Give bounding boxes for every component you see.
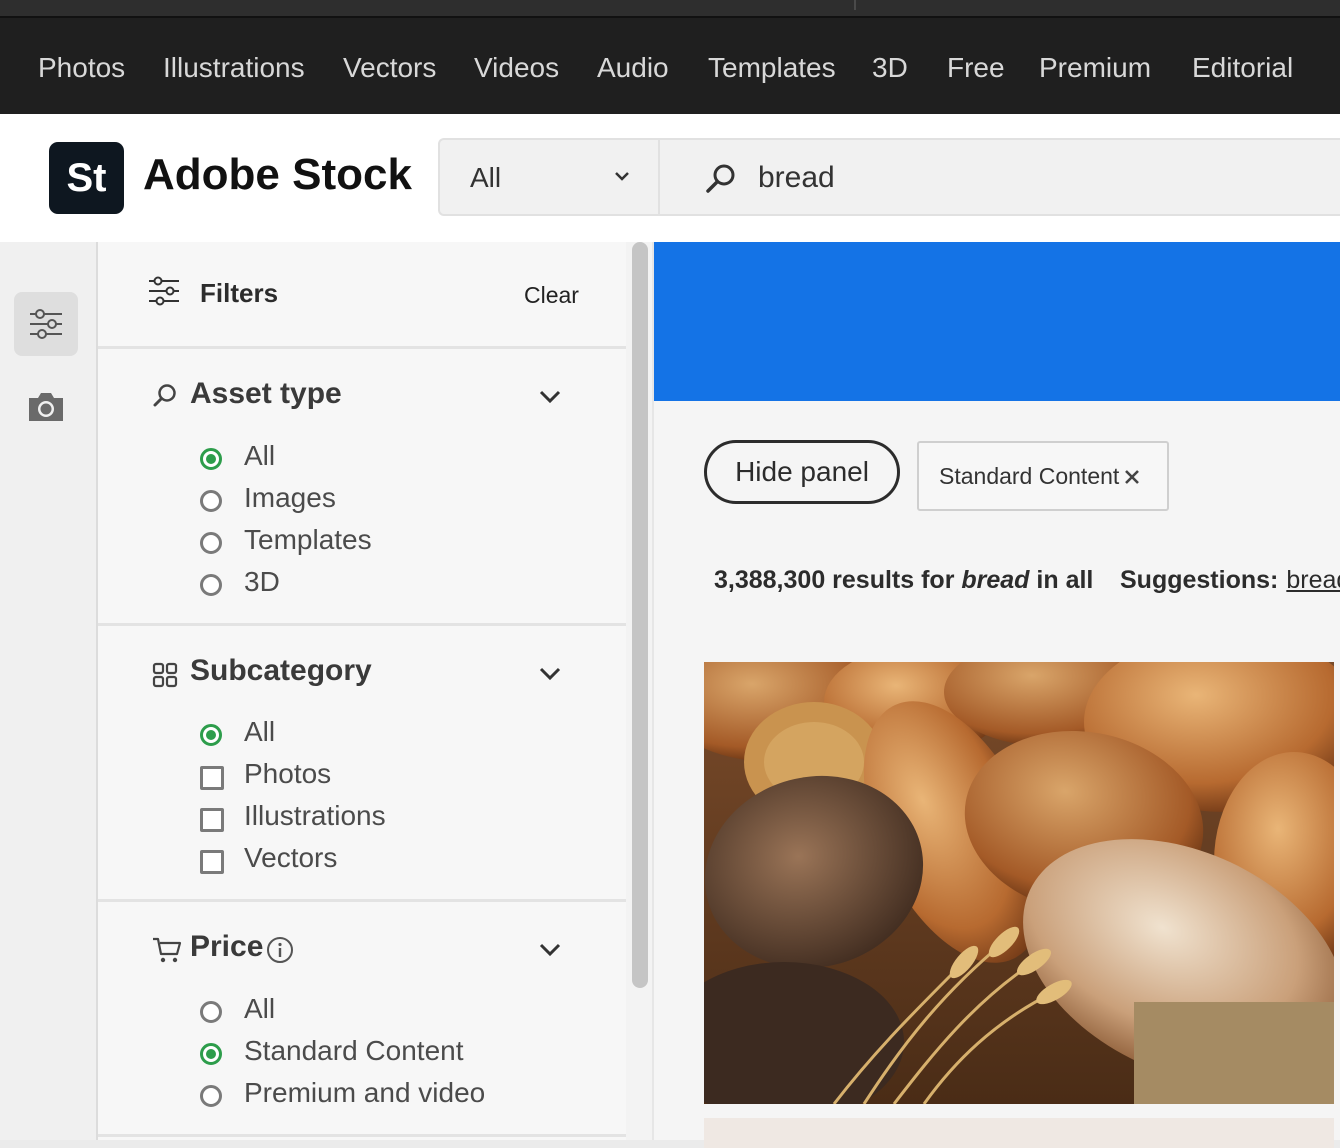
search-scope-value: All xyxy=(470,162,502,193)
option-label: Illustrations xyxy=(244,800,386,831)
radio-button[interactable] xyxy=(200,448,222,470)
bread-photo xyxy=(704,662,1334,1104)
divider xyxy=(854,0,856,10)
checkbox[interactable] xyxy=(200,808,224,832)
option-label: Premium and video xyxy=(244,1077,486,1108)
chip-label: Standard Content xyxy=(939,463,1120,489)
active-filter-chip[interactable]: Standard Content xyxy=(917,441,1169,511)
info-icon[interactable] xyxy=(266,936,294,964)
search-scope-select[interactable]: All xyxy=(438,138,658,216)
search-icon xyxy=(153,384,176,407)
left-tool-rail xyxy=(0,242,98,1140)
nav-editorial[interactable]: Editorial xyxy=(1192,18,1293,116)
window-top-strip xyxy=(0,0,1340,16)
clear-filters-button[interactable]: Clear xyxy=(524,282,579,309)
chevron-down-icon[interactable] xyxy=(538,666,562,682)
nav-photos[interactable]: Photos xyxy=(38,18,125,116)
nav-3d[interactable]: 3D xyxy=(872,18,908,116)
results-area: Hide panel Standard Content 3,388,300 re… xyxy=(654,242,1340,1148)
sliders-icon xyxy=(30,309,62,339)
top-category-nav: Photos Illustrations Vectors Videos Audi… xyxy=(0,16,1340,116)
option-label: All xyxy=(244,440,276,471)
nav-templates[interactable]: Templates xyxy=(708,18,836,116)
close-icon[interactable] xyxy=(1124,469,1140,485)
cart-icon xyxy=(153,937,182,963)
option-label: All xyxy=(244,716,276,747)
promo-banner[interactable] xyxy=(654,242,1340,401)
asset-type-title: Asset type xyxy=(190,377,342,410)
chevron-down-icon xyxy=(615,172,629,181)
subcategory-title: Subcategory xyxy=(190,654,372,687)
chevron-down-icon[interactable] xyxy=(538,389,562,405)
brand-name[interactable]: Adobe Stock xyxy=(143,150,412,200)
filters-header: Filters Clear xyxy=(98,242,626,349)
search-icon xyxy=(706,164,735,193)
radio-button[interactable] xyxy=(200,490,222,512)
nav-illustrations[interactable]: Illustrations xyxy=(163,18,305,116)
option-label: Vectors xyxy=(244,842,338,873)
radio-button[interactable] xyxy=(200,1001,222,1023)
nav-premium[interactable]: Premium xyxy=(1039,18,1151,116)
nav-free[interactable]: Free xyxy=(947,18,1005,116)
suggestions-label: Suggestions: xyxy=(1120,566,1279,594)
option-label: Photos xyxy=(244,758,332,789)
radio-button[interactable] xyxy=(200,574,222,596)
nav-videos[interactable]: Videos xyxy=(474,18,559,116)
result-image-bread[interactable] xyxy=(704,662,1334,1104)
panel-scrollbar-thumb[interactable] xyxy=(632,242,648,988)
filters-title: Filters xyxy=(200,278,279,308)
suggestion-link[interactable]: bread xyxy=(1286,566,1340,594)
grid-icon xyxy=(152,662,178,688)
filters-panel: Filters Clear Asset type All Images Temp… xyxy=(98,242,626,1140)
checkbox[interactable] xyxy=(200,766,224,790)
option-label: 3D xyxy=(244,566,280,597)
filters-toggle-button[interactable] xyxy=(14,292,78,356)
site-header: St Adobe Stock All bread xyxy=(0,114,1340,242)
chevron-down-icon[interactable] xyxy=(538,942,562,958)
results-query: bread xyxy=(961,566,1030,594)
radio-button[interactable] xyxy=(200,532,222,554)
search-input[interactable]: bread xyxy=(658,138,1340,216)
adobe-stock-logo[interactable]: St xyxy=(49,142,124,214)
option-label: All xyxy=(244,993,276,1024)
price-section: Price All Standard Content Premium and v… xyxy=(98,902,626,1137)
camera-icon[interactable] xyxy=(26,390,66,424)
nav-audio[interactable]: Audio xyxy=(597,18,669,116)
subcategory-section: Subcategory All Photos Illustrations Vec… xyxy=(98,626,626,902)
results-count: 3,388,300 results for xyxy=(714,566,955,594)
hide-panel-button[interactable]: Hide panel xyxy=(704,440,900,504)
option-label: Images xyxy=(244,482,336,513)
radio-button[interactable] xyxy=(200,1085,222,1107)
result-image-2[interactable] xyxy=(704,1118,1334,1148)
search-query-text: bread xyxy=(758,161,835,194)
radio-button[interactable] xyxy=(200,724,222,746)
checkbox[interactable] xyxy=(200,850,224,874)
nav-vectors[interactable]: Vectors xyxy=(343,18,436,116)
results-summary: 3,388,300 results for bread in all xyxy=(714,566,1093,595)
sliders-icon xyxy=(149,276,179,306)
price-title: Price xyxy=(190,930,264,963)
suggestions: Suggestions:bread xyxy=(1120,566,1340,595)
option-label: Templates xyxy=(244,524,372,555)
radio-button[interactable] xyxy=(200,1043,222,1065)
results-scope: in all xyxy=(1036,566,1094,594)
asset-type-section: Asset type All Images Templates 3D xyxy=(98,349,626,626)
option-label: Standard Content xyxy=(244,1035,464,1066)
